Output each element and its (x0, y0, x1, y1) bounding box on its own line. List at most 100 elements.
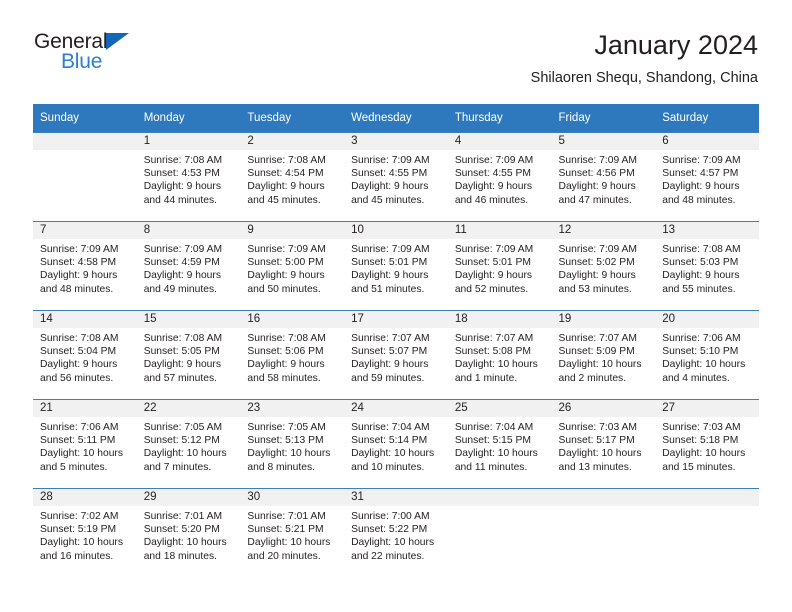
sunset-text: Sunset: 5:02 PM (558, 257, 635, 269)
daylight-text-line1: Daylight: 9 hours (351, 270, 429, 282)
sunrise-text: Sunrise: 7:07 AM (351, 333, 430, 344)
calendar-day-cell[interactable]: 18 Sunrise: 7:07 AM Sunset: 5:08 PM Dayligh… (447, 310, 552, 399)
calendar-day-cell[interactable]: 29 Sunrise: 7:01 AM Sunset: 5:20 PM Dayligh… (136, 488, 241, 577)
calendar-day-cell[interactable]: 10 Sunrise: 7:09 AM Sunset: 5:01 PM Dayligh… (344, 221, 448, 310)
sunrise-text: Sunrise: 7:08 AM (247, 155, 326, 166)
sunset-text: Sunset: 4:57 PM (662, 168, 739, 180)
sunrise-text: Sunrise: 7:09 AM (454, 244, 534, 255)
sunset-text: Sunset: 5:19 PM (40, 524, 117, 536)
day-details: Sunrise: 7:01 AM Sunset: 5:21 PM Daylight:… (240, 506, 344, 563)
weekday-header-row: Sunday Monday Tuesday Wednesday Thursday Frid… (33, 104, 759, 132)
calendar-day-cell[interactable]: 8 Sunrise: 7:09 AM Sunset: 4:59 PM Daylight… (136, 221, 241, 310)
sunrise-text: Sunrise: 7:09 AM (558, 244, 637, 255)
calendar-day-cell[interactable]: 13 Sunrise: 7:08 AM Sunset: 5:03 PM Dayligh… (655, 221, 759, 310)
sunrise-text: Sunrise: 7:09 AM (40, 244, 119, 255)
calendar-day-cell[interactable]: 9 Sunrise: 7:09 AM Sunset: 5:00 PM Daylight… (240, 221, 345, 310)
calendar-day-cell[interactable]: 20 Sunrise: 7:06 AM Sunset: 5:10 PM Dayligh… (655, 310, 759, 399)
calendar-day-cell[interactable]: 16 Sunrise: 7:08 AM Sunset: 5:06 PM Dayligh… (240, 310, 345, 399)
day-details: Sunrise: 7:08 AM Sunset: 5:03 PM Daylight:… (655, 239, 759, 296)
calendar-day-cell[interactable]: 24 Sunrise: 7:04 AM Sunset: 5:14 PM Dayligh… (344, 399, 448, 488)
sunset-text: Sunset: 5:14 PM (351, 435, 428, 447)
sunrise-text: Sunrise: 7:09 AM (351, 155, 430, 166)
daylight-text-line2: and 13 minutes. (558, 461, 632, 473)
daylight-text-line1: Daylight: 9 hours (351, 359, 429, 371)
sunset-text: Sunset: 5:09 PM (558, 346, 635, 358)
calendar-day-cell[interactable]: 25 Sunrise: 7:04 AM Sunset: 5:15 PM Dayligh… (447, 399, 552, 488)
sunset-text: Sunset: 5:06 PM (247, 346, 324, 358)
day-number: 13 (655, 222, 759, 239)
calendar-day-cell[interactable]: 27 Sunrise: 7:03 AM Sunset: 5:18 PM Dayligh… (655, 399, 759, 488)
calendar-day-cell[interactable]: 15 Sunrise: 7:08 AM Sunset: 5:05 PM Dayligh… (136, 310, 241, 399)
calendar-day-cell[interactable]: 2 Sunrise: 7:08 AM Sunset: 4:54 PM Daylight… (240, 132, 345, 221)
day-number: 14 (33, 311, 137, 328)
sunset-text: Sunset: 5:03 PM (662, 257, 739, 269)
sunrise-text: Sunrise: 7:04 AM (454, 422, 534, 433)
sunset-text: Sunset: 4:55 PM (454, 168, 531, 180)
sunrise-text: Sunrise: 7:07 AM (558, 333, 637, 344)
calendar-day-cell[interactable]: 4 Sunrise: 7:09 AM Sunset: 4:55 PM Daylight… (447, 132, 552, 221)
calendar-day-cell[interactable]: 28 Sunrise: 7:02 AM Sunset: 5:19 PM Dayligh… (33, 488, 137, 577)
calendar-day-cell[interactable]: 23 Sunrise: 7:05 AM Sunset: 5:13 PM Dayligh… (240, 399, 345, 488)
daylight-text-line1: Daylight: 10 hours (247, 537, 331, 549)
calendar-day-cell[interactable]: 1 Sunrise: 7:08 AM Sunset: 4:53 PM Daylight… (136, 132, 241, 221)
calendar-day-cell-empty (655, 488, 759, 577)
title-block: January 2024 Shilaoren Shequ, Shandong, … (531, 28, 758, 88)
day-details: Sunrise: 7:07 AM Sunset: 5:09 PM Daylight:… (552, 328, 656, 385)
day-number: 9 (240, 222, 345, 239)
sunrise-text: Sunrise: 7:01 AM (247, 511, 326, 522)
sunset-text: Sunset: 4:59 PM (143, 257, 220, 269)
calendar-day-cell[interactable]: 11 Sunrise: 7:09 AM Sunset: 5:01 PM Dayligh… (447, 221, 552, 310)
calendar-day-cell-empty (551, 488, 656, 577)
daylight-text-line1: Daylight: 10 hours (247, 448, 331, 460)
daylight-text-line2: and 48 minutes. (662, 194, 736, 206)
day-details: Sunrise: 7:01 AM Sunset: 5:20 PM Daylight:… (137, 506, 241, 563)
calendar-day-cell[interactable]: 30 Sunrise: 7:01 AM Sunset: 5:21 PM Dayligh… (240, 488, 345, 577)
daylight-text-line2: and 46 minutes. (454, 194, 529, 206)
daylight-text-line1: Daylight: 10 hours (454, 448, 538, 460)
daylight-text-line2: and 50 minutes. (247, 283, 321, 295)
daylight-text-line2: and 16 minutes. (40, 550, 114, 562)
daylight-text-line2: and 5 minutes. (40, 461, 108, 473)
weekday-header-monday: Monday (136, 104, 241, 132)
daylight-text-line1: Daylight: 9 hours (662, 181, 740, 193)
calendar-day-cell[interactable]: 22 Sunrise: 7:05 AM Sunset: 5:12 PM Dayligh… (136, 399, 241, 488)
logo-text-blue: Blue (61, 50, 103, 73)
sunrise-text: Sunrise: 7:00 AM (351, 511, 430, 522)
daylight-text-line2: and 15 minutes. (662, 461, 736, 473)
weekday-header-tuesday: Tuesday (240, 104, 345, 132)
daylight-text-line2: and 48 minutes. (40, 283, 114, 295)
day-number: 22 (136, 400, 241, 417)
daylight-text-line2: and 10 minutes. (351, 461, 425, 473)
daylight-text-line2: and 8 minutes. (247, 461, 315, 473)
daylight-text-line1: Daylight: 9 hours (454, 181, 533, 193)
calendar-day-cell[interactable]: 21 Sunrise: 7:06 AM Sunset: 5:11 PM Dayligh… (33, 399, 137, 488)
calendar-day-cell[interactable]: 12 Sunrise: 7:09 AM Sunset: 5:02 PM Dayligh… (551, 221, 656, 310)
daylight-text-line2: and 1 minute. (454, 372, 518, 384)
daylight-text-line2: and 11 minutes. (454, 461, 528, 473)
day-number: 11 (447, 222, 552, 239)
calendar-day-cell[interactable]: 6 Sunrise: 7:09 AM Sunset: 4:57 PM Daylight… (655, 132, 759, 221)
calendar-day-cell[interactable]: 26 Sunrise: 7:03 AM Sunset: 5:17 PM Dayligh… (551, 399, 656, 488)
day-number: 29 (136, 489, 241, 506)
sunset-text: Sunset: 4:55 PM (351, 168, 428, 180)
sunset-text: Sunset: 4:56 PM (558, 168, 635, 180)
day-number: 3 (344, 133, 448, 150)
day-number: 5 (551, 133, 656, 150)
calendar-day-cell[interactable]: 14 Sunrise: 7:08 AM Sunset: 5:04 PM Dayligh… (33, 310, 137, 399)
calendar-day-cell[interactable]: 17 Sunrise: 7:07 AM Sunset: 5:07 PM Dayligh… (344, 310, 448, 399)
calendar-day-cell[interactable]: 3 Sunrise: 7:09 AM Sunset: 4:55 PM Daylight… (344, 132, 448, 221)
calendar-day-cell[interactable]: 31 Sunrise: 7:00 AM Sunset: 5:22 PM Dayligh… (344, 488, 448, 577)
day-details: Sunrise: 7:02 AM Sunset: 5:19 PM Daylight:… (33, 506, 137, 563)
page-subtitle: Shilaoren Shequ, Shandong, China (530, 70, 758, 86)
daylight-text-line2: and 51 minutes. (351, 283, 425, 295)
calendar-week-row: 1 Sunrise: 7:08 AM Sunset: 4:53 PM Daylight… (33, 132, 759, 221)
day-details: Sunrise: 7:08 AM Sunset: 5:05 PM Daylight:… (137, 328, 241, 385)
day-details: Sunrise: 7:04 AM Sunset: 5:15 PM Daylight:… (448, 417, 552, 474)
sunset-text: Sunset: 5:04 PM (40, 346, 117, 358)
calendar-day-cell[interactable]: 19 Sunrise: 7:07 AM Sunset: 5:09 PM Dayligh… (551, 310, 656, 399)
daylight-text-line1: Daylight: 10 hours (558, 448, 642, 460)
calendar-day-cell[interactable]: 7 Sunrise: 7:09 AM Sunset: 4:58 PM Daylight… (33, 221, 137, 310)
calendar-day-cell[interactable]: 5 Sunrise: 7:09 AM Sunset: 4:56 PM Daylight… (551, 132, 656, 221)
day-details: Sunrise: 7:09 AM Sunset: 4:57 PM Daylight:… (655, 150, 759, 207)
sunrise-text: Sunrise: 7:09 AM (351, 244, 430, 255)
